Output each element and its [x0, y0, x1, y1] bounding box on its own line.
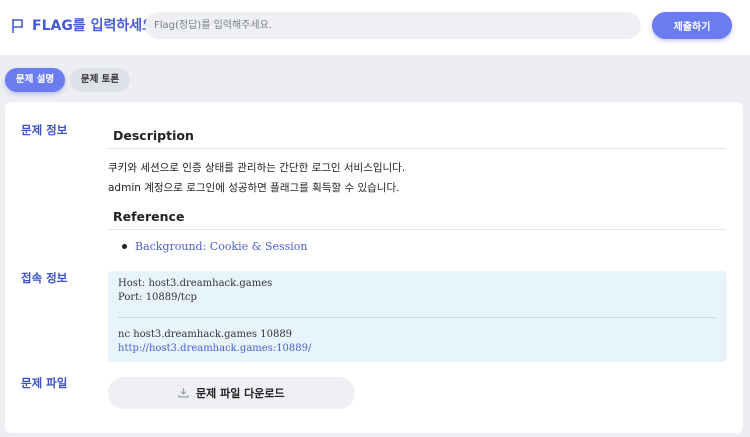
- submit-button[interactable]: 제출하기: [652, 12, 732, 39]
- problem-info-label: 문제 정보: [21, 123, 68, 137]
- flag-title: FLAG를 입력하세요: [32, 18, 155, 34]
- description-line: 쿠키와 세션으로 인증 상태를 관리하는 간단한 로그인 서비스입니다.: [108, 162, 406, 174]
- description-heading: Description: [108, 128, 726, 149]
- list-bullet: [122, 244, 127, 249]
- tab-problem-discussion[interactable]: 문제 토론: [70, 68, 130, 92]
- tab-problem-description[interactable]: 문제 설명: [5, 68, 65, 92]
- problem-file-label: 문제 파일: [21, 376, 68, 390]
- connection-info-label: 접속 정보: [21, 271, 68, 285]
- reference-heading: Reference: [108, 209, 726, 230]
- reference-link[interactable]: Background: Cookie & Session: [135, 240, 308, 253]
- divider: [118, 317, 716, 318]
- connection-info-box: Host: host3.dreamhack.games Port: 10889/…: [108, 271, 727, 362]
- download-file-button[interactable]: 문제 파일 다운로드: [108, 377, 355, 409]
- description-line: admin 계정으로 로그인에 성공하면 플래그를 획득할 수 있습니다.: [108, 182, 400, 194]
- nc-command-text: nc host3.dreamhack.games 10889: [118, 329, 293, 340]
- flag-icon: [12, 19, 23, 33]
- download-icon: [178, 388, 189, 398]
- connection-url-link[interactable]: http://host3.dreamhack.games:10889/: [118, 343, 311, 354]
- download-label: 문제 파일 다운로드: [196, 387, 285, 400]
- flag-submit-bar: FLAG를 입력하세요 제출하기: [0, 0, 750, 55]
- host-text: Host: host3.dreamhack.games: [118, 278, 273, 289]
- flag-input[interactable]: [145, 12, 641, 39]
- port-text: Port: 10889/tcp: [118, 292, 197, 303]
